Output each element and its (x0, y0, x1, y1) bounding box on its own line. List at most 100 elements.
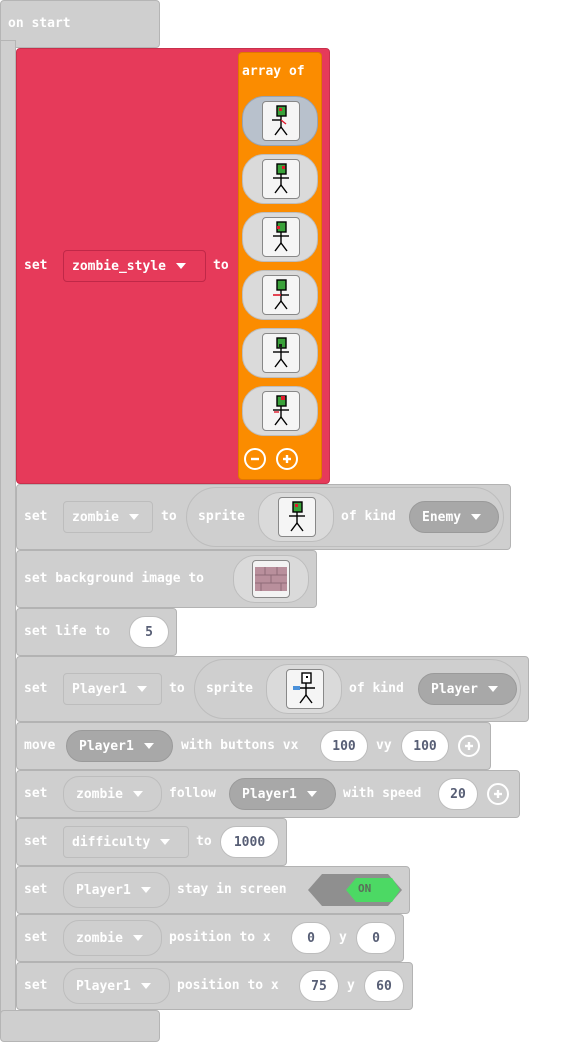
difficulty-variable-label: difficulty (72, 834, 151, 850)
chevron-down-icon (175, 263, 186, 269)
on-start-rail (0, 40, 16, 1020)
player1-sprite-label: Player1 (76, 978, 131, 994)
follow-label: follow (169, 786, 216, 801)
chevron-down-icon (306, 791, 317, 797)
vy-value-input[interactable]: 100 (401, 730, 449, 762)
stay-in-screen-label: stay in screen (177, 882, 287, 897)
difficulty-variable-dropdown[interactable]: difficulty (63, 826, 189, 858)
life-value-input[interactable]: 5 (129, 616, 169, 648)
set-label: set (24, 786, 48, 801)
player1-sprite-dropdown[interactable]: Player1 (63, 872, 170, 908)
player-sprite-image[interactable] (286, 669, 324, 709)
y-label: y (339, 930, 347, 945)
sprite-label: sprite (198, 509, 245, 524)
zombie-sprite-image[interactable] (262, 275, 300, 315)
to-label: to (196, 834, 212, 849)
chevron-down-icon (143, 743, 154, 749)
to-label: to (161, 509, 177, 524)
brick-wall-image[interactable] (252, 560, 290, 598)
x-value-input[interactable]: 0 (291, 922, 331, 954)
zombie-sprite-label: zombie (76, 786, 123, 802)
sprite-label: sprite (206, 681, 253, 696)
zombie-variable-label: zombie (72, 509, 119, 525)
y-label: y (347, 978, 355, 993)
zombie-sprite-dropdown[interactable]: zombie (63, 920, 162, 956)
follow-target-label: Player1 (242, 786, 297, 802)
zombie-stick-figure-icon (273, 395, 289, 426)
zombie-sprite-image[interactable] (262, 101, 300, 141)
set-life-label: set life to (24, 624, 111, 639)
chevron-down-icon (160, 839, 171, 845)
zombie-sprite-image[interactable] (278, 497, 316, 537)
chevron-down-icon (487, 686, 498, 692)
follow-target-dropdown[interactable]: Player1 (229, 778, 336, 810)
with-buttons-vx-label: with buttons vx (181, 738, 299, 753)
chevron-down-icon (132, 935, 143, 941)
kind-dropdown[interactable]: Player (418, 673, 517, 705)
player1-sprite-dropdown[interactable]: Player1 (63, 968, 170, 1004)
kind-label: Enemy (422, 509, 462, 525)
zombie-sprite-image[interactable] (262, 333, 300, 373)
player1-sprite-label: Player1 (79, 738, 134, 754)
with-speed-label: with speed (343, 786, 422, 801)
set-label: set (24, 681, 48, 696)
add-item-button[interactable] (276, 448, 298, 470)
of-kind-label: of kind (349, 681, 404, 696)
speed-value-input[interactable]: 20 (438, 778, 478, 810)
zombie-stick-figure-icon (273, 163, 289, 194)
set-label: set (24, 258, 48, 273)
on-start-label: on start (8, 16, 71, 31)
y-value-input[interactable]: 60 (364, 970, 404, 1002)
array-of-label: array of (242, 64, 305, 79)
zombie-variable-dropdown[interactable]: zombie (63, 501, 153, 533)
kind-label: Player (431, 681, 478, 697)
zombie-sprite-dropdown[interactable]: zombie (63, 776, 162, 812)
kind-dropdown[interactable]: Enemy (409, 501, 499, 533)
zombie-stick-figure-icon (272, 105, 288, 136)
on-start-footer (0, 1010, 160, 1042)
set-label: set (24, 930, 48, 945)
toggle-on-label: ON (358, 882, 372, 895)
set-label: set (24, 882, 48, 897)
chevron-down-icon (140, 887, 151, 893)
player1-sprite-label: Player1 (76, 882, 131, 898)
toggle-switch-icon (308, 874, 402, 906)
zombie-sprite-image[interactable] (262, 159, 300, 199)
set-background-image-label: set background image to (24, 571, 205, 586)
plus-icon (283, 455, 291, 463)
zombie-stick-figure-icon (273, 279, 289, 310)
vx-value-input[interactable]: 100 (320, 730, 368, 762)
set-label: set (24, 834, 48, 849)
player1-sprite-dropdown[interactable]: Player1 (66, 730, 173, 762)
chevron-down-icon (140, 983, 151, 989)
plus-icon (465, 742, 473, 750)
of-kind-label: of kind (341, 509, 396, 524)
chevron-down-icon (132, 791, 143, 797)
difficulty-value-input[interactable]: 1000 (220, 826, 279, 858)
move-label: move (24, 738, 56, 753)
x-value-input[interactable]: 75 (299, 970, 339, 1002)
expand-button[interactable] (458, 735, 480, 757)
set-label: set (24, 509, 48, 524)
zombie-sprite-label: zombie (76, 930, 123, 946)
player1-variable-dropdown[interactable]: Player1 (63, 673, 162, 705)
to-label: to (169, 681, 185, 696)
zombie-style-variable-label: zombie_style (72, 258, 166, 274)
zombie-sprite-image[interactable] (262, 391, 300, 431)
zombie-stick-figure-icon (273, 337, 289, 368)
zombie-style-variable-dropdown[interactable]: zombie_style (63, 250, 206, 282)
brick-wall-icon (255, 567, 287, 591)
position-to-x-label: position to x (169, 930, 271, 945)
y-value-input[interactable]: 0 (356, 922, 396, 954)
chevron-down-icon (128, 514, 139, 520)
expand-button[interactable] (487, 783, 509, 805)
plus-icon (494, 790, 502, 798)
zombie-stick-figure-icon (289, 501, 305, 532)
to-label: to (213, 258, 229, 273)
zombie-sprite-image[interactable] (262, 217, 300, 257)
vy-label: vy (376, 738, 392, 753)
player-stick-figure-icon (293, 672, 315, 704)
on-off-toggle[interactable] (308, 874, 402, 906)
remove-item-button[interactable] (244, 448, 266, 470)
minus-icon (251, 457, 259, 461)
